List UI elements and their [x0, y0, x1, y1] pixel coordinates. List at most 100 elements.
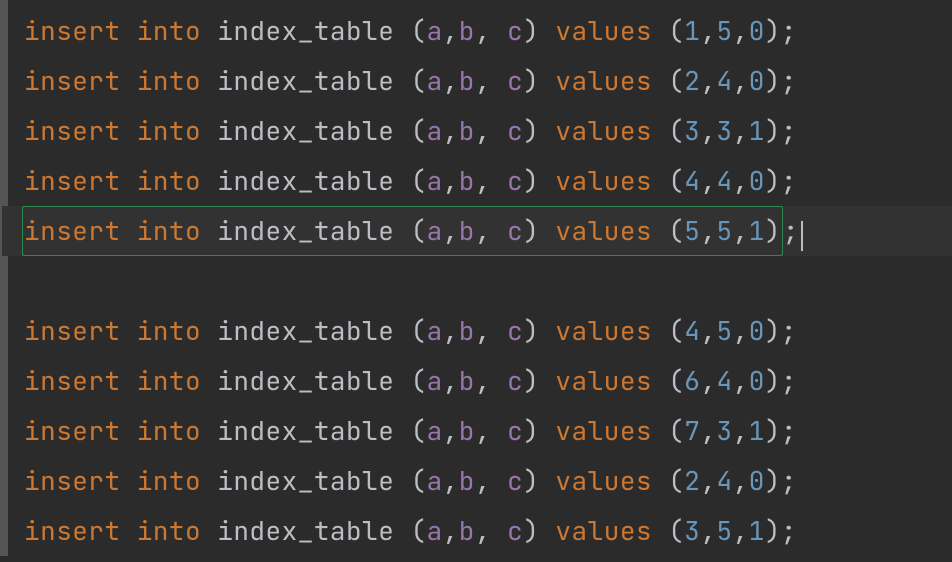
semicolon: ;	[781, 363, 797, 398]
value-1: 2	[684, 63, 700, 98]
value-3: 0	[749, 463, 765, 498]
value-3: 1	[749, 213, 765, 248]
value-1: 1	[684, 13, 700, 48]
keyword-insert: insert	[24, 363, 121, 398]
keyword-insert: insert	[24, 113, 121, 148]
code-line-blank[interactable]	[2, 256, 952, 306]
keyword-into: into	[137, 513, 201, 548]
keyword-insert: insert	[24, 313, 121, 348]
keyword-into: into	[137, 163, 201, 198]
value-3: 0	[749, 163, 765, 198]
value-1: 4	[684, 163, 700, 198]
table-name: index_table	[217, 363, 394, 398]
value-1: 2	[684, 463, 700, 498]
value-3: 0	[749, 63, 765, 98]
table-name: index_table	[217, 13, 394, 48]
value-2: 5	[716, 213, 732, 248]
column-b: b	[459, 463, 475, 498]
keyword-values: values	[555, 113, 652, 148]
value-1: 3	[684, 513, 700, 548]
table-name: index_table	[217, 63, 394, 98]
column-c: c	[507, 63, 523, 98]
column-a: a	[427, 513, 443, 548]
column-c: c	[507, 313, 523, 348]
code-line[interactable]: insert into index_table (a,b, c) values …	[2, 106, 952, 156]
column-a: a	[427, 463, 443, 498]
code-line[interactable]: insert into index_table (a,b, c) values …	[2, 506, 952, 556]
table-name: index_table	[217, 313, 394, 348]
column-a: a	[427, 363, 443, 398]
value-3: 1	[749, 413, 765, 448]
value-2: 5	[716, 513, 732, 548]
column-b: b	[459, 313, 475, 348]
value-1: 3	[684, 113, 700, 148]
column-b: b	[459, 513, 475, 548]
value-2: 4	[716, 63, 732, 98]
keyword-into: into	[137, 213, 201, 248]
code-line[interactable]: insert into index_table (a,b, c) values …	[2, 456, 952, 506]
keyword-values: values	[555, 363, 652, 398]
column-a: a	[427, 163, 443, 198]
semicolon: ;	[783, 213, 799, 248]
column-c: c	[507, 463, 523, 498]
keyword-insert: insert	[24, 513, 121, 548]
column-b: b	[459, 363, 475, 398]
table-name: index_table	[217, 163, 394, 198]
value-2: 5	[716, 313, 732, 348]
code-editor[interactable]: insert into index_table (a,b, c) values …	[0, 0, 952, 556]
column-a: a	[427, 213, 443, 248]
column-c: c	[507, 13, 523, 48]
keyword-values: values	[555, 313, 652, 348]
value-2: 3	[716, 413, 732, 448]
semicolon: ;	[781, 313, 797, 348]
table-name: index_table	[217, 513, 394, 548]
keyword-into: into	[137, 313, 201, 348]
value-2: 4	[716, 463, 732, 498]
keyword-values: values	[555, 163, 652, 198]
code-line[interactable]: insert into index_table (a,b, c) values …	[2, 6, 952, 56]
column-c: c	[507, 413, 523, 448]
keyword-insert: insert	[24, 463, 121, 498]
code-line[interactable]: insert into index_table (a,b, c) values …	[2, 56, 952, 106]
keyword-into: into	[137, 63, 201, 98]
column-c: c	[507, 363, 523, 398]
keyword-values: values	[555, 63, 652, 98]
value-3: 0	[749, 313, 765, 348]
code-line[interactable]: insert into index_table (a,b, c) values …	[2, 206, 952, 256]
column-b: b	[459, 413, 475, 448]
keyword-values: values	[555, 463, 652, 498]
code-line[interactable]: insert into index_table (a,b, c) values …	[2, 406, 952, 456]
keyword-values: values	[555, 13, 652, 48]
column-a: a	[427, 413, 443, 448]
keyword-values: values	[555, 413, 652, 448]
semicolon: ;	[781, 413, 797, 448]
column-a: a	[427, 113, 443, 148]
keyword-values: values	[555, 513, 652, 548]
value-1: 7	[684, 413, 700, 448]
table-name: index_table	[217, 413, 394, 448]
semicolon: ;	[781, 13, 797, 48]
semicolon: ;	[781, 63, 797, 98]
keyword-insert: insert	[24, 63, 121, 98]
value-3: 1	[749, 113, 765, 148]
column-c: c	[507, 213, 523, 248]
column-a: a	[427, 13, 443, 48]
keyword-into: into	[137, 113, 201, 148]
column-b: b	[459, 13, 475, 48]
text-caret	[801, 221, 803, 251]
code-line[interactable]: insert into index_table (a,b, c) values …	[2, 156, 952, 206]
column-c: c	[507, 113, 523, 148]
semicolon: ;	[781, 163, 797, 198]
value-3: 1	[749, 513, 765, 548]
column-b: b	[459, 163, 475, 198]
value-1: 5	[684, 213, 700, 248]
column-b: b	[459, 113, 475, 148]
code-line[interactable]: insert into index_table (a,b, c) values …	[2, 356, 952, 406]
value-3: 0	[749, 363, 765, 398]
code-line[interactable]: insert into index_table (a,b, c) values …	[2, 306, 952, 356]
semicolon: ;	[781, 463, 797, 498]
value-2: 4	[716, 163, 732, 198]
keyword-insert: insert	[24, 413, 121, 448]
keyword-insert: insert	[24, 13, 121, 48]
value-2: 5	[716, 13, 732, 48]
